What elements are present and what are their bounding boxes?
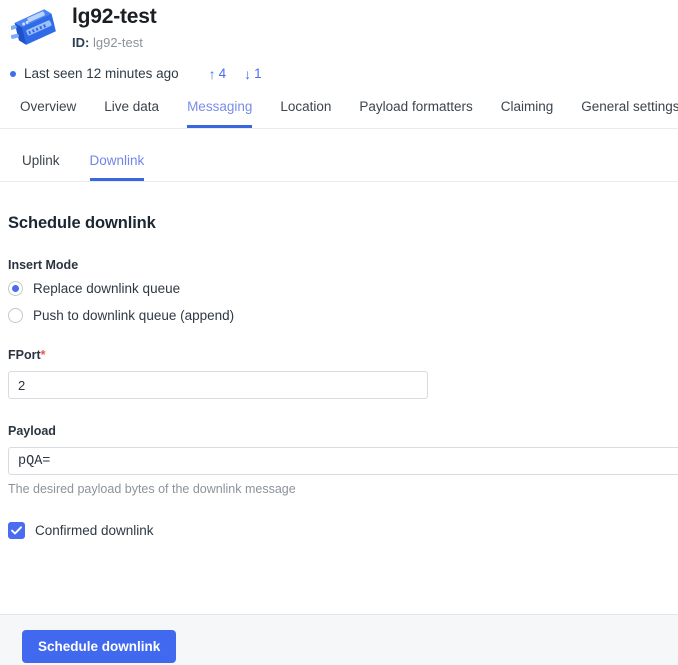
subtab-uplink[interactable]: Uplink (22, 153, 60, 181)
fport-label-text: FPort (8, 348, 41, 362)
arrow-up-icon: ↑ (208, 65, 216, 82)
page-title: lg92-test (72, 5, 157, 28)
uplink-counter: ↑ 4 (209, 66, 227, 81)
tab-location[interactable]: Location (280, 99, 331, 128)
tab-messaging[interactable]: Messaging (187, 99, 253, 128)
insert-mode-label: Insert Mode (8, 258, 79, 272)
payload-label: Payload (8, 424, 56, 438)
radio-label-push: Push to downlink queue (append) (33, 308, 235, 323)
last-seen-text: Last seen 12 minutes ago (24, 66, 179, 81)
fport-input[interactable] (8, 371, 428, 399)
main-tab-bar: Overview Live data Messaging Location Pa… (0, 81, 678, 129)
radio-push-downlink-queue[interactable]: Push to downlink queue (append) (8, 308, 670, 323)
sub-tab-bar: Uplink Downlink (0, 129, 678, 182)
payload-input[interactable] (8, 447, 678, 475)
radio-icon-push[interactable] (8, 308, 23, 323)
subtab-downlink[interactable]: Downlink (89, 153, 145, 181)
device-id-label: ID: (72, 35, 90, 50)
gateway-device-icon (8, 6, 64, 54)
checkbox-icon-confirmed[interactable] (8, 522, 25, 539)
tab-overview[interactable]: Overview (20, 99, 76, 128)
device-title-block: lg92-test ID: lg92-test (64, 4, 157, 53)
message-counters: ↑ 4 ↓ 1 (209, 66, 280, 81)
radio-label-replace: Replace downlink queue (33, 281, 181, 296)
device-header: lg92-test ID: lg92-test (0, 0, 678, 54)
tab-live-data[interactable]: Live data (104, 99, 159, 128)
section-title: Schedule downlink (8, 214, 156, 232)
downlink-count: 1 (254, 66, 262, 81)
status-dot-icon (10, 70, 16, 77)
confirmed-downlink-checkbox-row[interactable]: Confirmed downlink (8, 522, 670, 539)
status-row: Last seen 12 minutes ago ↑ 4 ↓ 1 (0, 54, 678, 81)
tab-payload-formatters[interactable]: Payload formatters (359, 99, 472, 128)
form-footer: Schedule downlink (0, 614, 678, 665)
tab-general-settings[interactable]: General settings (581, 99, 678, 128)
radio-icon-replace[interactable] (8, 281, 23, 296)
schedule-downlink-button[interactable]: Schedule downlink (22, 630, 177, 663)
confirmed-downlink-label: Confirmed downlink (35, 523, 154, 538)
uplink-count: 4 (218, 66, 227, 81)
fport-label: FPort* (8, 348, 670, 362)
payload-help-text: The desired payload bytes of the downlin… (8, 482, 296, 496)
device-id: ID: lg92-test (72, 33, 157, 53)
device-id-value: lg92-test (92, 35, 143, 50)
tab-claiming[interactable]: Claiming (501, 99, 554, 128)
required-asterisk-icon: * (40, 348, 46, 362)
downlink-counter: ↓ 1 (244, 66, 262, 81)
arrow-down-icon: ↓ (244, 65, 252, 82)
schedule-downlink-form: Schedule downlink Insert Mode Replace do… (0, 214, 678, 539)
radio-replace-downlink-queue[interactable]: Replace downlink queue (8, 281, 670, 296)
